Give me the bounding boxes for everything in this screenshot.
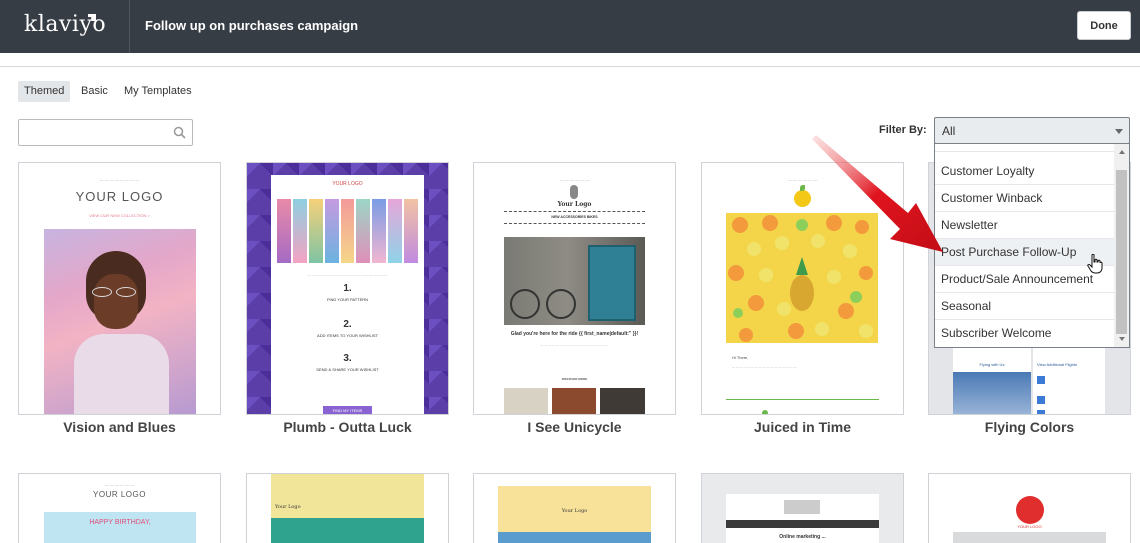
template-logo: YOUR LOGO: [332, 181, 363, 187]
chevron-down-icon: [1115, 129, 1123, 134]
left-panel: Flying with Us: [953, 348, 1031, 414]
dropdown-option-subscriber-welcome[interactable]: Subscriber Welcome: [935, 320, 1115, 347]
product-image: [552, 388, 596, 414]
template-name[interactable]: I See Unicycle: [473, 419, 676, 435]
dropdown-option-all[interactable]: All: [935, 144, 1115, 152]
dropdown-option-customer-loyalty[interactable]: Customer Loyalty: [935, 158, 1115, 185]
preheader-text: — — — — — —: [559, 177, 590, 182]
unicycle-icon: [570, 185, 578, 199]
email-body: YOUR LOGO — — — — — — — — — — — — — — — …: [271, 175, 424, 414]
phone-cases-image: [277, 199, 419, 263]
step-title: FIND YOUR PATTERN: [326, 297, 369, 302]
apple-logo-icon: [794, 190, 811, 207]
hero-text: Online marketing ...: [779, 534, 826, 540]
template-logo: Your Logo: [561, 508, 588, 514]
step-title: SEND & SHARE YOUR WISHLIST: [316, 367, 379, 372]
campaign-title: Follow up on purchases campaign: [145, 18, 359, 33]
chevron-down-icon[interactable]: [1119, 337, 1125, 341]
product-image: [600, 388, 645, 414]
hero-image: [498, 532, 651, 543]
dropdown-option-newsletter[interactable]: Newsletter: [935, 212, 1115, 239]
email-body: — — — — — — Your Logo NEW ACCESSORIES BI…: [498, 171, 651, 414]
scrollbar-thumb[interactable]: [1116, 170, 1127, 334]
annotation-arrow-icon: [812, 135, 943, 252]
hero-image: [44, 229, 196, 414]
divider: [129, 0, 130, 53]
body-text: — — — — — — — — — — — — — — — — — —: [540, 343, 609, 347]
logo-circle: [1016, 496, 1044, 524]
dropdown-option-customer-winback[interactable]: Customer Winback: [935, 185, 1115, 212]
plane-icon: [1037, 376, 1045, 384]
template-name[interactable]: Vision and Blues: [18, 419, 221, 435]
greeting-text: Hi There,: [732, 355, 749, 360]
step-number: 2.: [343, 319, 352, 330]
tab-themed[interactable]: Themed: [18, 81, 71, 102]
template-link: VIEW OUR NEW COLLECTION >: [89, 213, 150, 218]
cta-button: FIND MY ITEMS: [323, 406, 372, 414]
hero-image: HAPPY BIRTHDAY,: [44, 512, 196, 543]
product-image: [504, 388, 548, 414]
template-logo: YOUR LOGO: [93, 490, 146, 499]
search-input[interactable]: [18, 119, 193, 146]
panel-label: Flying with Us: [979, 362, 1005, 367]
tab-basic[interactable]: Basic: [75, 81, 114, 102]
filter-dropdown-list[interactable]: All Customer Loyalty Customer Winback Ne…: [934, 143, 1130, 348]
search-icon[interactable]: [173, 126, 186, 139]
template-name[interactable]: Flying Colors: [928, 419, 1131, 435]
top-bar: klaviyo Follow up on purchases campaign …: [0, 0, 1140, 53]
dropdown-option-seasonal[interactable]: Seasonal: [935, 293, 1115, 320]
template-headline: Glad you're here for the ride {{ first_n…: [510, 331, 639, 337]
step-title: ADD ITEMS TO YOUR WISHLIST: [317, 333, 378, 338]
hero-image: [504, 237, 645, 325]
preheader-text: — — — — — — — —: [99, 177, 140, 182]
filter-select[interactable]: All: [934, 117, 1130, 144]
template-card[interactable]: — — — — — — YOUR LOGO HAPPY BIRTHDAY,: [18, 473, 221, 543]
step-number: 1.: [343, 283, 352, 294]
intro-text: — — — — — — — — — — — — — — — — — — — — …: [307, 273, 388, 277]
template-logo: Your Logo: [557, 201, 592, 208]
divider: [0, 66, 1140, 67]
template-card[interactable]: Your Logo: [246, 473, 449, 543]
template-logo: YOUR LOGO: [75, 189, 164, 204]
hero-text: HAPPY BIRTHDAY,: [89, 519, 151, 526]
done-button[interactable]: Done: [1077, 11, 1131, 40]
plane-icon: [1037, 396, 1045, 404]
template-card-plumb-outta-luck[interactable]: YOUR LOGO — — — — — — — — — — — — — — — …: [246, 162, 449, 415]
panel-label: View Additional Flights: [1037, 362, 1077, 367]
plane-icon: [1037, 410, 1045, 414]
template-card[interactable]: YOUR LOGO: [928, 473, 1131, 543]
template-logo: Your Logo: [275, 504, 301, 510]
right-panel: View Additional Flights: [1033, 348, 1105, 414]
template-section: DISCOVER MORE: [561, 377, 588, 381]
template-nav: NEW ACCESSORIES BIKES: [551, 215, 598, 219]
template-card-vision-and-blues[interactable]: — — — — — — — — YOUR LOGO VIEW OUR NEW C…: [18, 162, 221, 415]
hero-image: [271, 518, 424, 543]
template-name[interactable]: Juiced in Time: [701, 419, 904, 435]
template-card-i-see-unicycle[interactable]: — — — — — — Your Logo NEW ACCESSORIES BI…: [473, 162, 676, 415]
chevron-up-icon[interactable]: [1119, 150, 1125, 154]
body-text: — — — — — — — — — — — — — — — — —: [732, 365, 797, 369]
dropdown-scrollbar[interactable]: [1114, 144, 1129, 347]
tab-my-templates[interactable]: My Templates: [118, 81, 198, 102]
template-logo: YOUR LOGO: [1017, 524, 1042, 529]
hand-cursor-icon: [1087, 254, 1103, 274]
template-card[interactable]: Your Logo: [473, 473, 676, 543]
template-name[interactable]: Plumb - Outta Luck: [246, 419, 449, 435]
template-card[interactable]: Online marketing ...: [701, 473, 904, 543]
step-number: 3.: [343, 353, 352, 364]
